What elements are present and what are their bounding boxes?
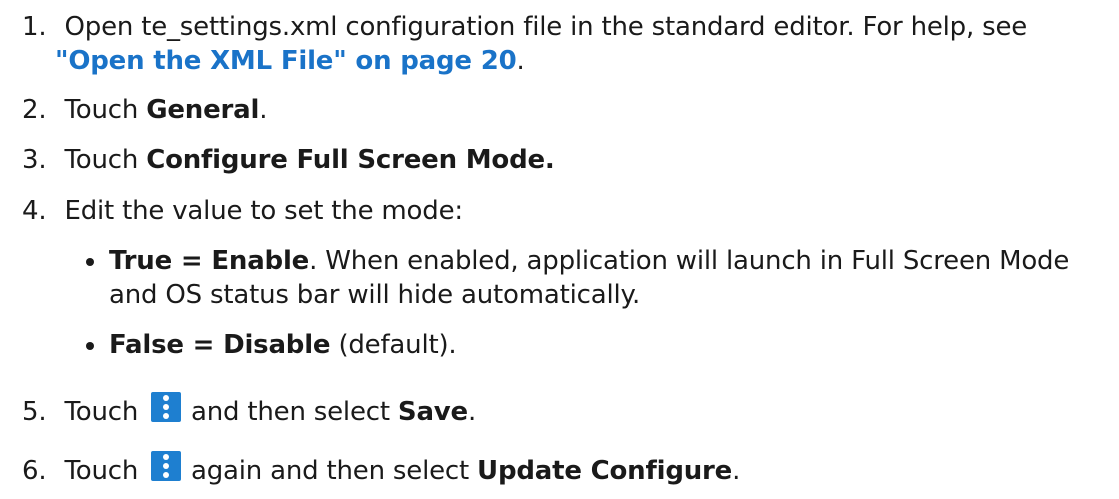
step-text: Touch <box>64 397 139 427</box>
bullet-text: . When enabled, application will launch … <box>309 246 1070 276</box>
step-number: 2. <box>22 95 47 125</box>
step-text-end: . <box>732 456 741 486</box>
step-number: 1. <box>22 12 47 42</box>
bullet-text: (default). <box>330 330 457 360</box>
step-6-continuation: again and then select Update Configure. <box>191 456 740 486</box>
true-enable-label: True = Enable <box>109 246 310 276</box>
false-disable-label: False = Disable <box>109 330 331 360</box>
update-configure-label: Update Configure <box>477 456 733 486</box>
general-menu-label: General <box>146 95 260 125</box>
step-text-end: . <box>467 397 477 427</box>
step-text: again and then select <box>191 456 478 486</box>
step-2: 2. Touch General. <box>22 95 267 125</box>
step-3: 3. Touch Configure Full Screen Mode. <box>22 145 555 175</box>
step-number: 3. <box>22 145 47 175</box>
bullet-text: and OS status bar will hide automaticall… <box>109 280 641 310</box>
step-6: 6. Touch <box>22 456 138 486</box>
step-text: Edit the value to set the mode: <box>64 196 464 226</box>
step-number: 5. <box>22 397 47 427</box>
bullet-false-disable: False = Disable (default). <box>109 330 457 360</box>
bullet-dot <box>86 258 94 266</box>
step-text: Touch <box>64 456 139 486</box>
step-number: 6. <box>22 456 47 486</box>
step-text: Touch <box>64 95 147 125</box>
step-text: Touch <box>64 145 147 175</box>
step-text: Open te_settings.xml configuration file … <box>64 12 1028 42</box>
bullet-true-enable: True = Enable. When enabled, application… <box>109 246 1069 276</box>
more-vertical-icon <box>151 451 181 481</box>
step-text: and then select <box>191 397 398 427</box>
configure-full-screen-mode-label: Configure Full Screen Mode. <box>146 145 555 175</box>
step-number: 4. <box>22 196 47 226</box>
step-1: 1. Open te_settings.xml configuration fi… <box>22 12 1027 42</box>
save-label: Save <box>397 397 468 427</box>
step-text-end: . <box>516 46 525 76</box>
step-4: 4. Edit the value to set the mode: <box>22 196 463 226</box>
bullet-dot <box>86 342 94 350</box>
more-vertical-icon <box>151 392 181 422</box>
step-5: 5. Touch <box>22 397 138 427</box>
open-xml-file-link[interactable]: "Open the XML File" on page 20 <box>55 46 517 76</box>
step-text-end: . <box>259 95 268 125</box>
step-5-continuation: and then select Save. <box>191 397 476 427</box>
bullet-true-enable-continuation: and OS status bar will hide automaticall… <box>109 280 640 310</box>
step-1-continuation: "Open the XML File" on page 20. <box>55 46 525 76</box>
